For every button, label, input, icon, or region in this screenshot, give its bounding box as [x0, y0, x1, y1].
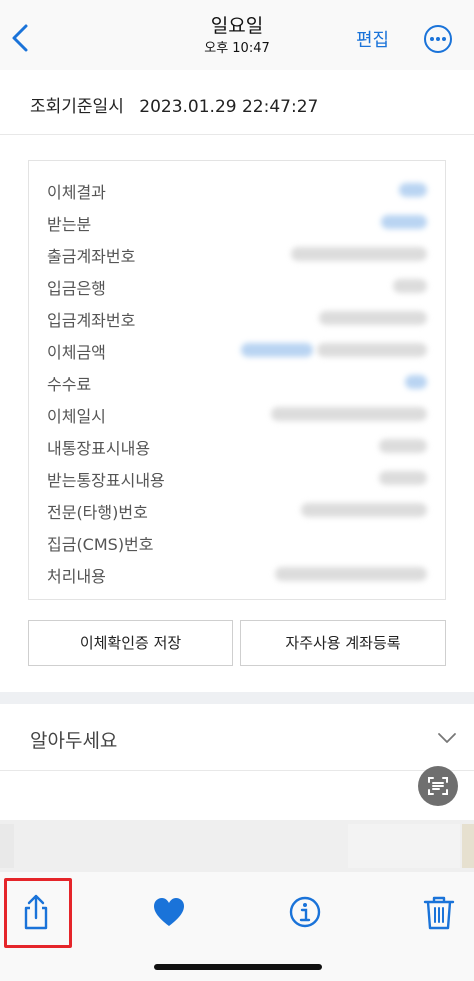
register-account-button[interactable]: 자주사용 계좌등록 — [240, 620, 446, 666]
detail-label-my-memo: 내통장표시내용 — [47, 439, 151, 458]
redacted-value — [291, 247, 427, 261]
redacted-value — [275, 567, 427, 581]
live-text-button[interactable] — [418, 766, 458, 806]
redacted-value — [271, 407, 427, 421]
section-divider — [0, 692, 474, 704]
chevron-down-icon[interactable] — [436, 730, 458, 746]
detail-label-message-number: 전문(타행)번호 — [47, 503, 148, 522]
transfer-details-card: 이체결과 받는분 출금계좌번호 입금은행 입금계좌번호 이체금액 수수료 이체일… — [28, 160, 446, 600]
divider — [0, 770, 474, 771]
detail-label-cms-number: 집금(CMS)번호 — [47, 535, 154, 554]
redacted-value — [379, 471, 427, 485]
detail-label-withdraw-account: 출금계좌번호 — [47, 247, 136, 266]
detail-label-deposit-account: 입금계좌번호 — [47, 311, 136, 330]
redacted-value — [393, 279, 427, 293]
redacted-value — [241, 343, 313, 357]
more-circle-icon[interactable] — [423, 24, 453, 54]
redacted-value — [301, 503, 427, 517]
redacted-value — [317, 343, 427, 357]
thumbnail[interactable] — [462, 824, 474, 868]
notice-section-title[interactable]: 알아두세요 — [30, 726, 117, 753]
redacted-value — [381, 215, 427, 229]
redacted-value — [405, 375, 427, 389]
query-timestamp-label: 조회기준일시 — [30, 97, 124, 117]
redacted-value — [319, 311, 427, 325]
home-indicator — [154, 964, 322, 970]
edit-button[interactable]: 편집 — [356, 26, 389, 52]
redacted-value — [379, 439, 427, 453]
detail-label-amount: 이체금액 — [47, 343, 106, 362]
nav-title-group: 일요일 오후 10:47 — [0, 14, 474, 58]
query-timestamp-value: 2023.01.29 22:47:27 — [139, 97, 319, 117]
navigation-bar: 일요일 오후 10:47 편집 — [0, 0, 474, 70]
heart-icon[interactable] — [149, 892, 189, 932]
detail-label-transfer-datetime: 이체일시 — [47, 407, 106, 426]
detail-label-recipient-memo: 받는통장표시내용 — [47, 471, 165, 490]
thumbnail[interactable] — [0, 824, 14, 868]
redacted-value — [399, 183, 427, 197]
bottom-toolbar — [0, 872, 474, 981]
detail-label-result: 이체결과 — [47, 183, 106, 202]
detail-label-processing: 처리내용 — [47, 567, 106, 586]
detail-label-deposit-bank: 입금은행 — [47, 279, 106, 298]
detail-label-fee: 수수료 — [47, 375, 92, 394]
query-timestamp: 조회기준일시 2023.01.29 22:47:27 — [30, 92, 328, 117]
share-icon[interactable] — [16, 892, 56, 932]
thumbnail[interactable] — [348, 824, 460, 868]
thumbnail-strip[interactable] — [0, 820, 474, 872]
info-icon[interactable] — [285, 892, 325, 932]
photo-content: 조회기준일시 2023.01.29 22:47:27 이체결과 받는분 출금계좌… — [0, 70, 474, 820]
nav-title: 일요일 — [210, 15, 264, 37]
save-confirmation-button[interactable]: 이체확인증 저장 — [28, 620, 233, 666]
divider — [0, 134, 474, 135]
live-text-icon — [428, 777, 448, 795]
nav-subtitle: 오후 10:47 — [204, 41, 270, 56]
detail-label-recipient: 받는분 — [47, 215, 92, 234]
trash-icon[interactable] — [419, 892, 459, 932]
